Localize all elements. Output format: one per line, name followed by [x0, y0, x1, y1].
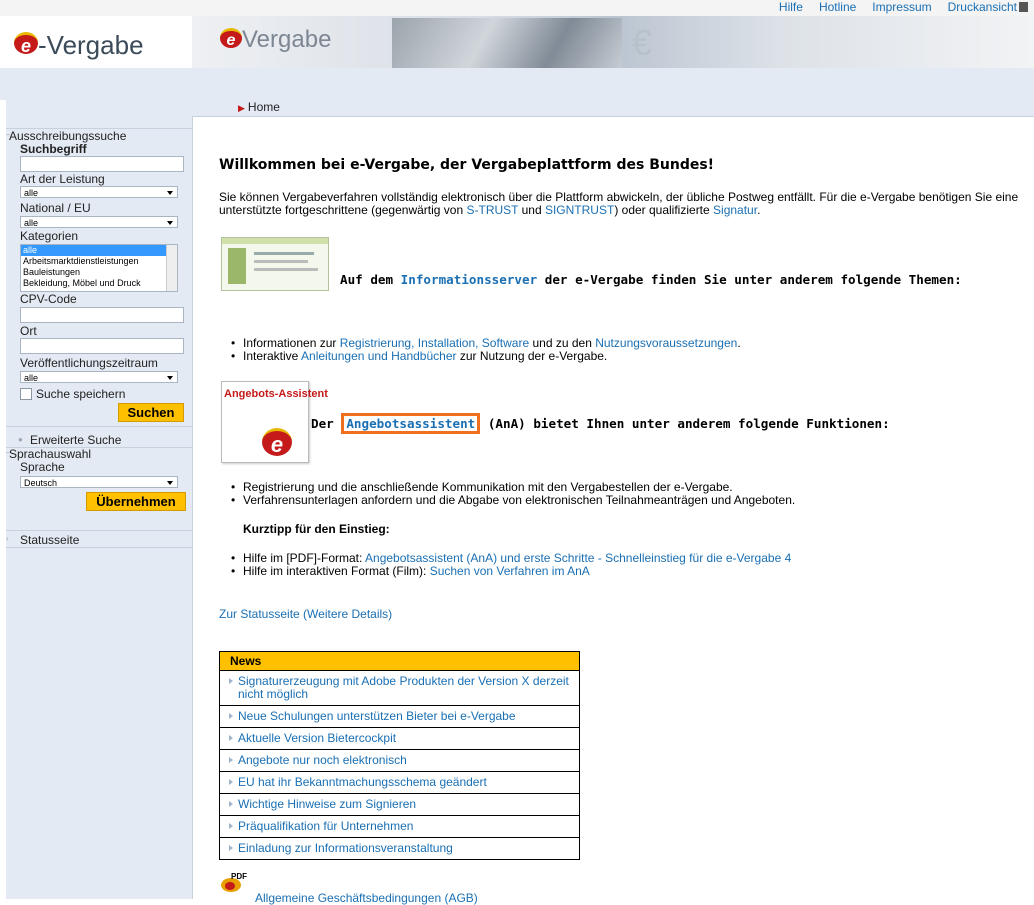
cpv-label: CPV-Code: [20, 292, 77, 306]
banner-logo: e Vergabe: [220, 26, 331, 54]
language-select[interactable]: Deutsch: [20, 476, 178, 488]
site-logo[interactable]: e -Vergabe: [14, 30, 144, 61]
news-item[interactable]: Präqualifikation für Unternehmen: [220, 816, 579, 838]
print-view-link[interactable]: Druckansicht: [948, 0, 1017, 14]
ana-bullet-list: Registrierung und die anschließende Komm…: [231, 481, 795, 508]
impressum-link[interactable]: Impressum: [872, 0, 931, 14]
national-label: National / EU: [20, 201, 91, 215]
list-item[interactable]: alle: [21, 245, 177, 256]
hotline-link[interactable]: Hotline: [819, 0, 856, 14]
registration-link[interactable]: Registrierung, Installation, Software: [340, 336, 529, 350]
advanced-search-link[interactable]: Erweiterte Suche: [30, 433, 121, 447]
list-scrollbar[interactable]: [166, 245, 177, 291]
tip-bullet-list: Hilfe im [PDF]-Format: Angebotsassistent…: [231, 551, 791, 579]
ort-label: Ort: [20, 324, 37, 338]
chevron-down-icon: [167, 221, 173, 225]
euro-icon: €: [632, 22, 653, 63]
kategorien-list[interactable]: alle Arbeitsmarktdienstleistungen Baulei…: [20, 244, 178, 292]
pdf-icon[interactable]: PDF: [219, 872, 247, 894]
news-box: News Signaturerzeugung mit Adobe Produkt…: [219, 651, 580, 860]
e-logo-icon: e: [14, 32, 38, 56]
suchbegriff-label: Suchbegriff: [20, 142, 87, 156]
ort-input[interactable]: [20, 338, 184, 354]
list-item[interactable]: Bauleistungen: [21, 267, 177, 278]
search-section-title[interactable]: Ausschreibungssuche: [9, 129, 126, 143]
e-logo-icon: e: [262, 428, 292, 457]
save-search-checkbox[interactable]: [20, 388, 32, 400]
information-server-thumbnail[interactable]: [221, 237, 329, 291]
list-item[interactable]: Bekleidung, Möbel und Druck: [21, 278, 177, 289]
list-item: Hilfe im interaktiven Format (Film): Suc…: [231, 564, 791, 579]
list-item: Interaktive Anleitungen und Handbücher z…: [231, 349, 741, 364]
header-band: [0, 68, 1034, 100]
apply-button[interactable]: Übernehmen: [86, 492, 186, 511]
help-link[interactable]: Hilfe: [779, 0, 803, 14]
kategorien-label: Kategorien: [20, 229, 79, 243]
list-item[interactable]: Arbeitsmarktdienstleistungen: [21, 256, 177, 267]
e-logo-icon: e: [220, 28, 242, 49]
ana-heading: Der Angebotsassistent (AnA) bietet Ihnen…: [311, 413, 890, 434]
news-item[interactable]: Aktuelle Version Bietercockpit: [220, 728, 579, 750]
art-select[interactable]: alle: [20, 186, 178, 198]
s-trust-link[interactable]: S-TRUST: [466, 203, 518, 217]
angebotsassistent-link[interactable]: Angebotsassistent: [346, 416, 475, 431]
signtrust-link[interactable]: SIGNTRUST: [545, 203, 614, 217]
chevron-down-icon: [167, 191, 173, 195]
zeitraum-select[interactable]: alle: [20, 371, 178, 383]
information-server-link[interactable]: Informationsserver: [401, 272, 537, 287]
signatur-link[interactable]: Signatur: [713, 203, 757, 217]
language-label: Sprache: [20, 460, 65, 474]
film-link[interactable]: Suchen von Verfahren im AnA: [430, 564, 590, 578]
national-select[interactable]: alle: [20, 216, 178, 228]
quickstart-pdf-link[interactable]: Angebotsassistent (AnA) und erste Schrit…: [365, 551, 791, 565]
language-section-title[interactable]: Sprachauswahl: [9, 447, 91, 461]
breadcrumb-home[interactable]: Home: [248, 100, 280, 114]
tip-heading: Kurztipp für den Einstieg:: [243, 522, 390, 536]
info-bullet-list: Informationen zur Registrierung, Install…: [231, 336, 741, 364]
cpv-input[interactable]: [20, 307, 184, 323]
banner-photo: [392, 18, 622, 68]
ana-highlight-box: Angebotsassistent: [341, 413, 481, 434]
news-item[interactable]: Angebote nur noch elektronisch: [220, 750, 579, 772]
intro-text: Sie können Vergabeverfahren vollständig …: [219, 190, 1019, 217]
news-item[interactable]: EU hat ihr Bekanntmachungsschema geänder…: [220, 772, 579, 794]
ana-thumbnail[interactable]: Angebots-Assistent e: [221, 381, 328, 463]
status-page-link[interactable]: Statusseite: [20, 533, 79, 547]
art-label: Art der Leistung: [20, 172, 105, 186]
list-item: Verfahrensunterlagen anfordern und die A…: [231, 494, 795, 508]
requirements-link[interactable]: Nutzungsvoraussetzungen: [595, 336, 737, 350]
page-title: Willkommen bei e-Vergabe, der Vergabepla…: [219, 157, 715, 173]
search-button[interactable]: Suchen: [118, 403, 184, 422]
suchbegriff-input[interactable]: [20, 156, 184, 172]
news-item[interactable]: Einladung zur Informationsveranstaltung: [220, 838, 579, 859]
save-search-label: Suche speichern: [36, 387, 126, 401]
status-details-link[interactable]: Zur Statusseite (Weitere Details): [219, 607, 392, 621]
info-heading: Auf dem Informationsserver der e-Vergabe…: [340, 272, 962, 287]
printer-icon[interactable]: [1019, 2, 1028, 12]
sidebar: – Ausschreibungssuche Suchbegriff Art de…: [6, 100, 192, 899]
header-banner: e Vergabe €: [192, 16, 1034, 68]
news-title: News: [220, 652, 579, 671]
breadcrumb-arrow-icon: ▶: [238, 103, 245, 113]
chevron-down-icon: [167, 376, 173, 380]
agb-link[interactable]: Allgemeine Geschäftsbedingungen (AGB): [255, 891, 478, 905]
top-links: Hilfe Hotline Impressum Druckansicht: [763, 0, 1028, 14]
news-item[interactable]: Signaturerzeugung mit Adobe Produkten de…: [220, 671, 579, 706]
news-item[interactable]: Neue Schulungen unterstützen Bieter bei …: [220, 706, 579, 728]
manuals-link[interactable]: Anleitungen und Handbücher: [301, 349, 456, 363]
news-item[interactable]: Wichtige Hinweise zum Signieren: [220, 794, 579, 816]
breadcrumb: ▶ Home: [238, 100, 280, 114]
main-content: Willkommen bei e-Vergabe, der Vergabepla…: [192, 116, 1034, 905]
zeitraum-label: Veröffentlichungszeitraum: [20, 356, 158, 370]
chevron-down-icon: [167, 481, 173, 485]
